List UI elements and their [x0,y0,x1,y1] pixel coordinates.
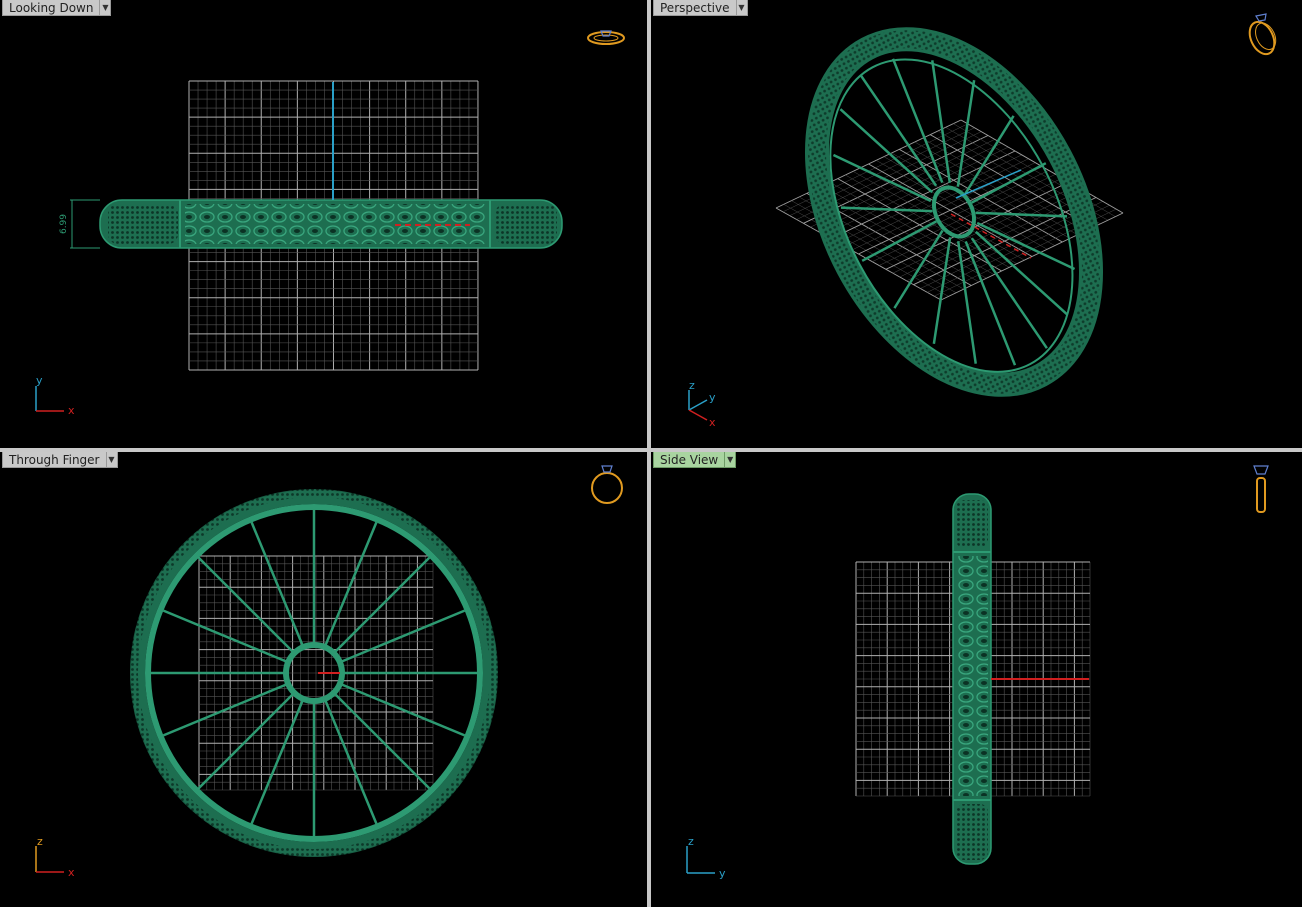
axis-triad [35,846,64,873]
viewport-label-text[interactable]: Through Finger [2,452,107,468]
axis-label-y: y [36,374,43,387]
viewport-label-looking-down[interactable]: Looking Down ▼ [2,0,112,16]
axis-triad [686,846,715,874]
chevron-down-icon[interactable]: ▼ [725,452,737,468]
axis-label-x: x [709,416,716,429]
dimension-value: 6.99 [59,214,69,234]
chevron-down-icon[interactable]: ▼ [100,0,112,16]
ring-perspective-icon[interactable] [1245,13,1280,58]
side-view-canvas[interactable]: z y [651,452,1302,907]
axis-label-x: x [68,404,75,417]
viewport-label-text[interactable]: Looking Down [2,0,101,16]
axis-label-y: y [719,867,726,880]
axis-triad [35,386,64,412]
axis-label-y: y [709,391,716,404]
axis-label-z: z [689,379,695,392]
viewport-perspective[interactable]: z y x Perspective ▼ [651,0,1302,448]
dimension-marker[interactable] [70,199,100,249]
viewport-label-text[interactable]: Side View [653,452,726,468]
axis-label-z: z [37,835,43,848]
chevron-down-icon[interactable]: ▼ [106,452,118,468]
chevron-down-icon[interactable]: ▼ [736,0,748,16]
ring-top-icon[interactable] [587,30,625,45]
ring-front-icon[interactable] [591,465,623,504]
viewport-through-finger[interactable]: z x Through Finger ▼ [0,452,647,907]
ring-band-side[interactable] [952,493,992,865]
viewport-label-side-view[interactable]: Side View ▼ [653,452,737,468]
axis-label-z: z [688,835,694,848]
viewport-label-text[interactable]: Perspective [653,0,737,16]
ring-band-top[interactable] [99,199,563,249]
axis-triad [688,390,708,421]
ring-side-icon[interactable] [1253,465,1269,513]
through-finger-canvas[interactable]: z x [0,452,647,907]
viewport-looking-down[interactable]: 6.99 y x Looking Down ▼ [0,0,647,448]
looking-down-canvas[interactable]: 6.99 y x [0,0,647,448]
viewport-side-view[interactable]: z y Side View ▼ [651,452,1302,907]
perspective-canvas[interactable]: z y x [651,0,1302,448]
viewport-label-perspective[interactable]: Perspective ▼ [653,0,748,16]
viewport-label-through-finger[interactable]: Through Finger ▼ [2,452,118,468]
axis-label-x: x [68,866,75,879]
